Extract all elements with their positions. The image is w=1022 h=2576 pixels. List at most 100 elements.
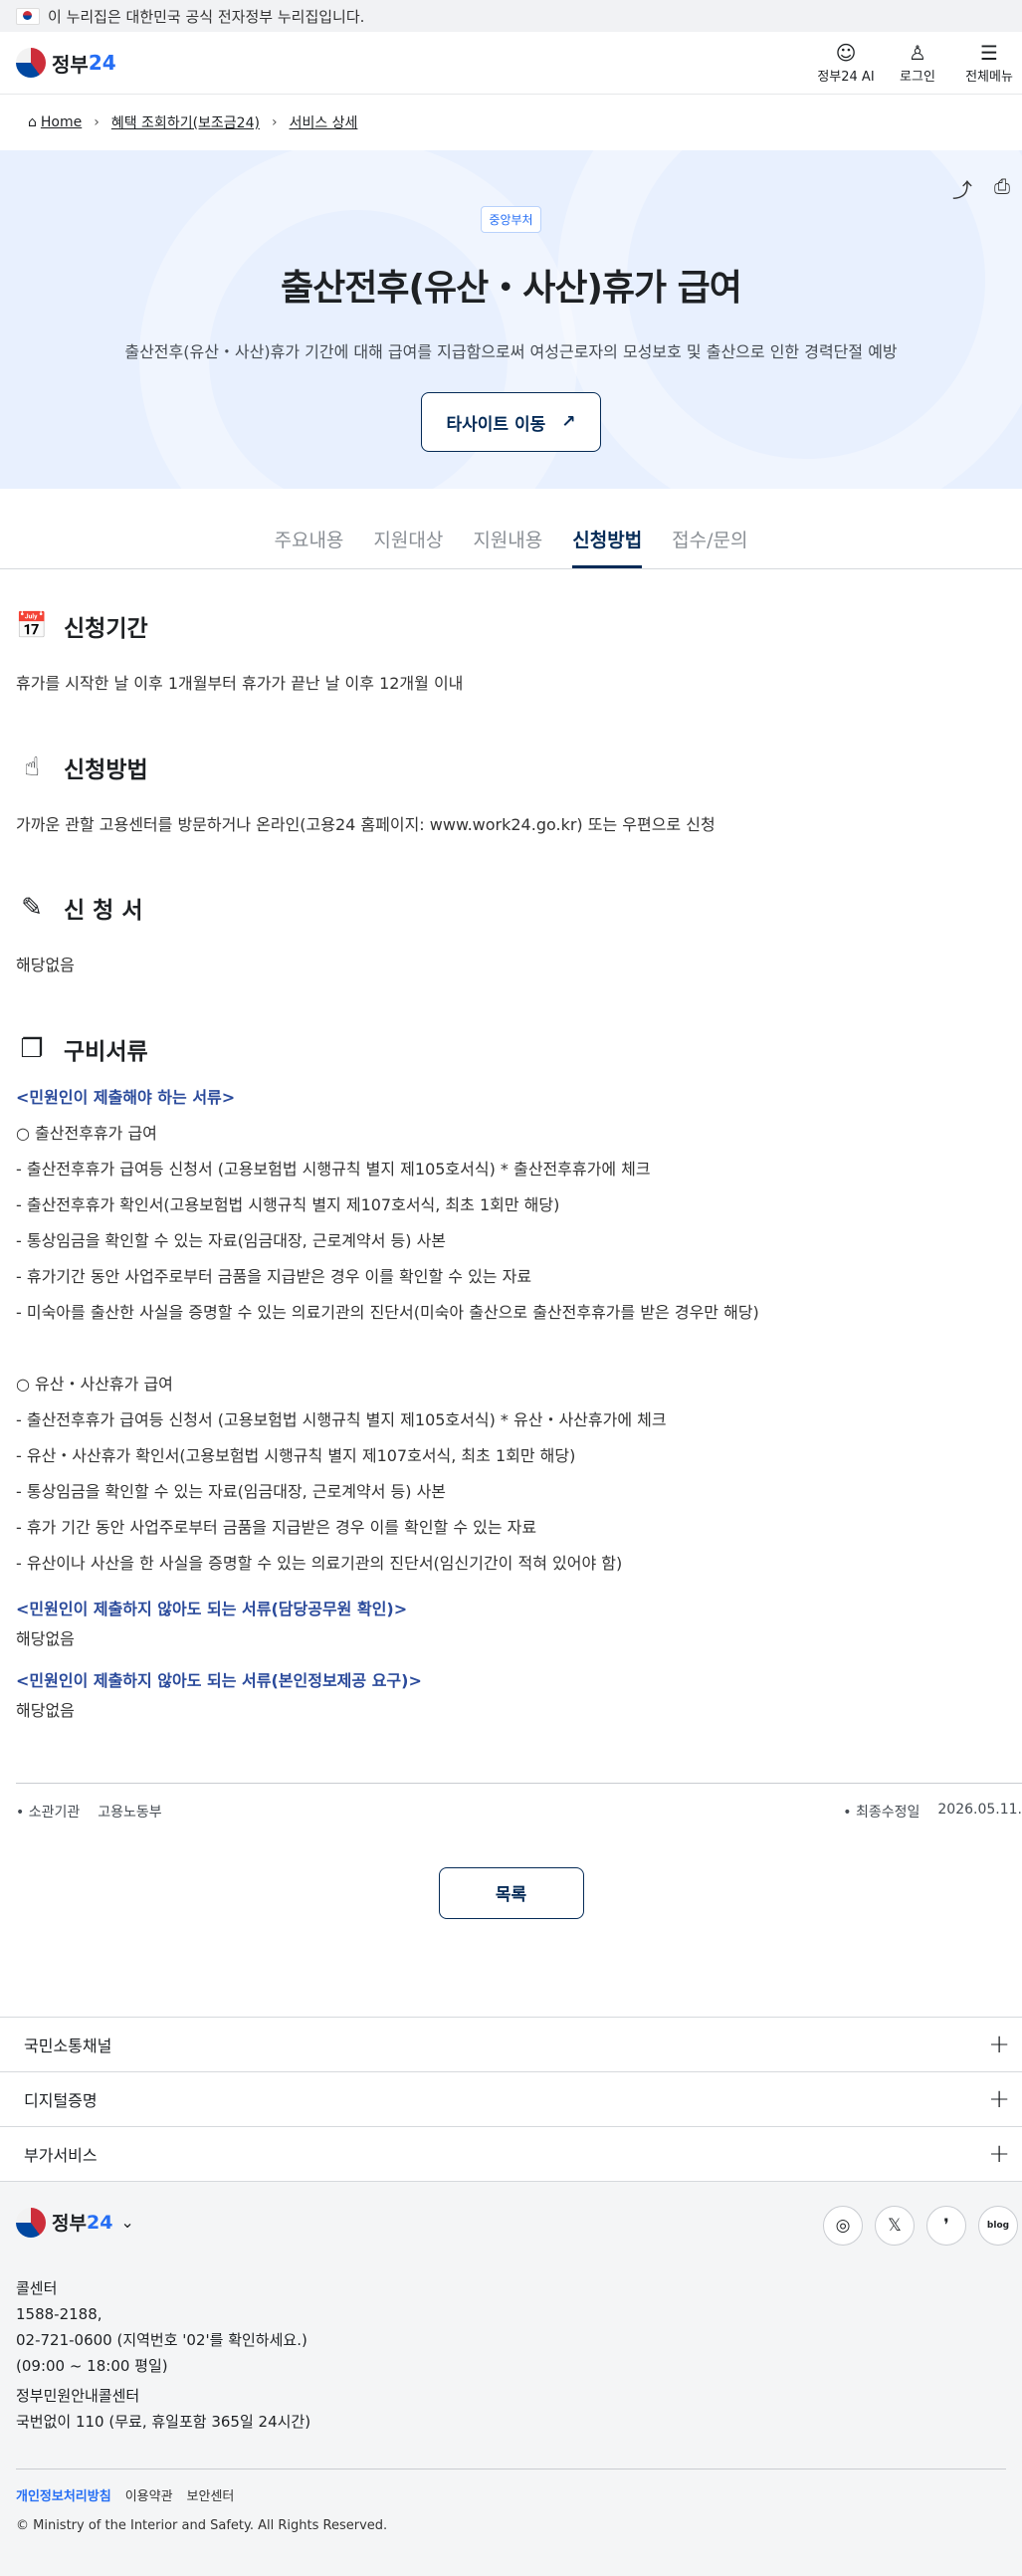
- ai-robot-icon: ☺: [835, 41, 857, 65]
- form-title-text: 신 청 서: [64, 898, 143, 925]
- naver-blog-icon[interactable]: blog: [978, 2205, 1018, 2246]
- call-center-hours: (09:00 ~ 18:00 평일): [16, 2356, 168, 2375]
- social-links: ◎ 𝕏 ❜ blog: [823, 2205, 1018, 2246]
- docs-list-item: - 휴가기간 동안 사업주로부터 금품을 지급받은 경우 이를 확인할 수 있는…: [16, 1266, 532, 1286]
- tab-contact[interactable]: 접수/문의: [672, 526, 747, 568]
- docs-list-item: - 통상임금을 확인할 수 있는 자료(임금대장, 근로계약서 등) 사본: [16, 1481, 447, 1501]
- call-center-number: 1588-2188,: [16, 2304, 102, 2323]
- plus-icon: +: [988, 2083, 1010, 2114]
- docs-self-info-body: 해당없음: [16, 1700, 75, 1720]
- x-icon[interactable]: 𝕏: [875, 2205, 915, 2246]
- period-title-text: 신청기간: [64, 616, 148, 642]
- docs-required-heading: <민원인이 제출해야 하는 서류>: [16, 1087, 236, 1107]
- site-footer: 정부 24 ⌄ ◎ 𝕏 ❜ blog 콜센터 1588-2188, 02-721-…: [0, 2181, 1022, 2576]
- accordion-extra-services[interactable]: 부가서비스 +: [0, 2127, 1022, 2182]
- accordion-label: 디지털증명: [24, 2090, 98, 2110]
- login-button[interactable]: ♙ 로그인: [887, 42, 948, 85]
- docs-list-item: - 통상임금을 확인할 수 있는 자료(임금대장, 근로계약서 등) 사본: [16, 1230, 447, 1250]
- terms-link[interactable]: 이용약관: [125, 2485, 173, 2504]
- contact-info: 콜센터 1588-2188, 02-721-0600 (지역번호 '02'를 확…: [16, 2275, 1006, 2435]
- blog-comma-icon[interactable]: ❜: [926, 2205, 966, 2246]
- docs-self-info-heading: <민원인이 제출하지 않아도 되는 서류(본인정보제공 요구)>: [16, 1670, 422, 1690]
- taegeuk-logo-icon: [16, 2207, 46, 2238]
- meta-updated-label: • 최종수정일: [843, 1804, 920, 1821]
- privacy-policy-link[interactable]: 개인정보처리방침: [16, 2485, 111, 2504]
- section-method-title: ☝ 신청방법: [16, 751, 1006, 784]
- meta-agency-label: • 소관기관: [16, 1804, 81, 1821]
- login-button-label: 로그인: [900, 70, 935, 85]
- call-center-label: 콜센터: [16, 2278, 58, 2297]
- tab-eligibility[interactable]: 지원대상: [373, 526, 443, 568]
- calendar-icon: 📅: [15, 611, 49, 641]
- docs-list-item: - 유산・사산휴가 확인서(고용보험법 시행규칙 별지 제107호서식, 최초 …: [16, 1445, 576, 1465]
- tab-application-method[interactable]: 신청방법: [572, 526, 643, 568]
- service-hero: ⤴ ⎙ 중앙부처 출산전후(유산・사산)휴가 급여 출산전후(유산・사산)휴가 …: [0, 150, 1022, 489]
- detail-tabs: 주요내용 지원대상 지원내용 신청방법 접수/문의: [0, 489, 1022, 569]
- gov-call-center-value: 국번없이 110 (무료, 휴일포함 365일 24시간): [16, 2412, 311, 2431]
- docs-group-title: ○ 유산・사산휴가 급여: [16, 1374, 173, 1394]
- section-docs-title: ❐ 구비서류: [16, 1032, 1006, 1066]
- footer-logo-text: 정부: [52, 2213, 87, 2236]
- agency-type-badge: 중앙부처: [481, 206, 541, 233]
- all-menu-button[interactable]: ☰ 전체메뉴: [958, 42, 1020, 85]
- breadcrumb-home[interactable]: Home: [41, 114, 82, 130]
- docs-not-required-body: 해당없음: [16, 1628, 75, 1648]
- docs-title-text: 구비서류: [64, 1038, 148, 1065]
- logo-text: 정부: [52, 52, 89, 77]
- list-button[interactable]: 목록: [438, 1866, 584, 1919]
- accordion-channels[interactable]: 국민소통채널 +: [0, 2018, 1022, 2072]
- site-header: 정부 24 ☺ 정부24 AI ♙ 로그인 ☰ 전체메뉴: [0, 32, 1022, 95]
- docs-list-item: - 출산전후휴가 확인서(고용보험법 시행규칙 별지 제107호서식, 최초 1…: [16, 1194, 560, 1214]
- documents-icon: ❐: [20, 1033, 44, 1064]
- breadcrumb: ⌂ Home › 혜택 조회하기(보조금24) › 서비스 상세: [0, 95, 1022, 150]
- breadcrumb-current[interactable]: 서비스 상세: [290, 112, 358, 132]
- plus-icon: +: [988, 2029, 1010, 2059]
- method-body: 가까운 관할 고용센터를 방문하거나 온라인(고용24 홈페이지: www.wo…: [16, 814, 715, 834]
- chevron-down-icon[interactable]: ⌄: [120, 2213, 133, 2232]
- docs-list-item: - 출산전후휴가 급여등 신청서 (고용보험법 시행규칙 별지 제105호서식)…: [16, 1409, 667, 1429]
- docs-not-required-heading: <민원인이 제출하지 않아도 되는 서류(담당공무원 확인)>: [16, 1599, 408, 1618]
- meta-agency-value: 고용노동부: [98, 1804, 162, 1821]
- docs-list-item: - 휴가 기간 동안 사업주로부터 금품을 지급받은 경우 이를 확인할 수 있…: [16, 1517, 537, 1537]
- ai-button[interactable]: ☺ 정부24 AI: [815, 42, 877, 85]
- tab-support[interactable]: 지원내용: [473, 526, 542, 568]
- all-menu-label: 전체메뉴: [965, 70, 1013, 85]
- edit-pen-icon: ✎: [21, 893, 43, 924]
- site-logo[interactable]: 정부 24: [16, 48, 116, 78]
- docs-body: <민원인이 제출해야 하는 서류> ○ 출산전후휴가 급여 - 출산전후휴가 급…: [16, 1080, 1006, 1723]
- meta-agency: • 소관기관 고용노동부: [16, 1802, 162, 1822]
- form-body: 해당없음: [16, 956, 75, 975]
- hand-pointer-icon: ☝: [24, 751, 40, 782]
- section-period-title: 📅 신청기간: [16, 609, 1006, 643]
- external-site-button[interactable]: 타사이트 이동 ↗: [421, 392, 601, 452]
- gov-banner-text: 이 누리집은 대한민국 공식 전자정부 누리집입니다.: [48, 7, 365, 26]
- taegeuk-logo-icon: [16, 48, 46, 78]
- call-center-number-2: 02-721-0600 (지역번호 '02'를 확인하세요.): [16, 2330, 307, 2349]
- accordion-label: 부가서비스: [24, 2145, 98, 2165]
- korea-flag-icon: [16, 7, 40, 25]
- docs-list-item: - 미숙아를 출산한 사실을 증명할 수 있는 의료기관의 진단서(미숙아 출산…: [16, 1302, 759, 1322]
- docs-group-title: ○ 출산전후휴가 급여: [16, 1123, 157, 1143]
- service-subtitle: 출산전후(유산・사산)휴가 기간에 대해 급여를 지급함으로써 여성근로자의 모…: [124, 342, 898, 361]
- chevron-right-icon: ›: [271, 114, 278, 130]
- footer-logo-number: 24: [86, 2211, 113, 2234]
- meta-updated-value: 2026.05.11.: [937, 1801, 1022, 1818]
- period-body: 휴가를 시작한 날 이후 1개월부터 휴가가 끝난 날 이후 12개월 이내: [16, 674, 464, 693]
- service-meta: • 소관기관 고용노동부 • 최종수정일 2026.05.11.: [16, 1782, 1022, 1839]
- plus-icon: +: [988, 2138, 1010, 2169]
- menu-icon: ☰: [980, 41, 998, 65]
- instagram-icon[interactable]: ◎: [823, 2205, 863, 2246]
- meta-updated: • 최종수정일 2026.05.11.: [843, 1802, 1022, 1822]
- external-site-label: 타사이트 이동: [446, 414, 546, 435]
- tab-main-content[interactable]: 주요내용: [274, 526, 343, 568]
- arrow-up-right-icon: ↗: [561, 412, 576, 432]
- gov-call-center-label: 정부민원안내콜센터: [16, 2386, 140, 2405]
- service-title: 출산전후(유산・사산)휴가 급여: [281, 268, 742, 309]
- logo-number: 24: [88, 51, 116, 75]
- section-form-title: ✎ 신 청 서: [16, 891, 1006, 925]
- security-center-link[interactable]: 보안센터: [187, 2485, 235, 2504]
- content-area: 📅 신청기간 휴가를 시작한 날 이후 1개월부터 휴가가 끝난 날 이후 12…: [0, 609, 1022, 1723]
- breadcrumb-benefits[interactable]: 혜택 조회하기(보조금24): [111, 112, 260, 132]
- accordion-digital-cert[interactable]: 디지털증명 +: [0, 2072, 1022, 2127]
- chevron-right-icon: ›: [94, 114, 100, 130]
